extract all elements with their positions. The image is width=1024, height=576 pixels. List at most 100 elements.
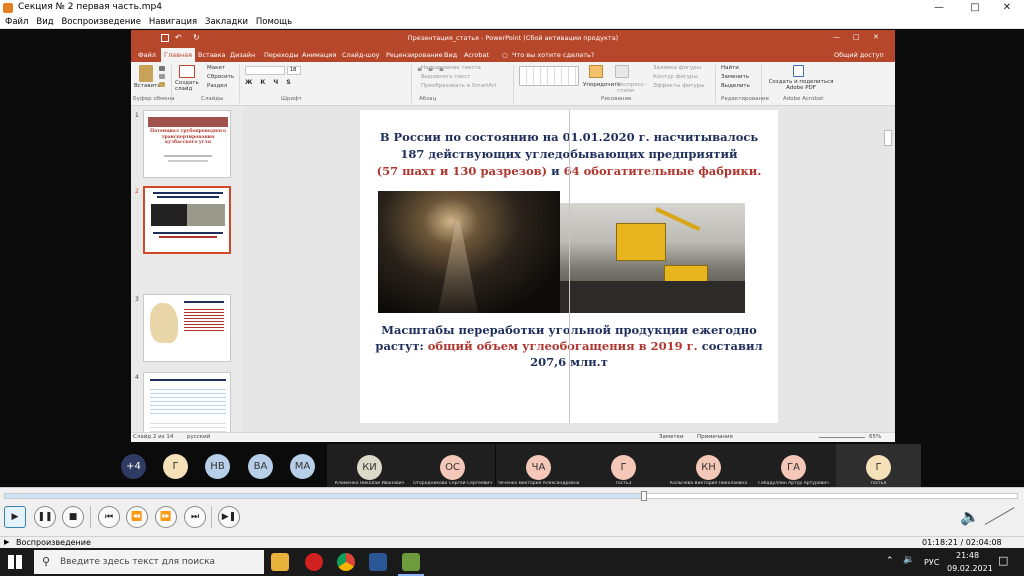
section-button[interactable]: Раздел	[207, 83, 227, 89]
text-direction-button[interactable]: Направление текста	[421, 65, 481, 71]
start-windows-icon[interactable]	[8, 555, 22, 569]
reset-button[interactable]: Сбросить	[207, 74, 234, 80]
volume-icon[interactable]: 🔈	[960, 507, 980, 526]
layout-button[interactable]: Макет	[207, 65, 225, 71]
maximize-icon[interactable]: □	[958, 0, 992, 16]
new-slide-icon[interactable]	[179, 65, 195, 78]
participant-tile[interactable]: Г гость4	[836, 444, 921, 488]
tab-insert[interactable]: Вставка	[195, 50, 229, 60]
more-participants-badge[interactable]: +4	[121, 454, 146, 479]
align-text-button[interactable]: Выровнять текст	[421, 74, 470, 80]
menu-playback[interactable]: Воспроизведение	[61, 16, 141, 28]
group-clipboard: Буфер обмена	[133, 96, 175, 102]
menu-bookmarks[interactable]: Закладки	[205, 16, 248, 28]
opera-icon[interactable]	[305, 553, 323, 571]
share-button[interactable]: Общий доступ	[831, 50, 887, 60]
tab-acrobat[interactable]: Acrobat	[461, 50, 492, 60]
tab-file[interactable]: Файл	[135, 50, 159, 60]
comments-button[interactable]: Примечания	[697, 434, 733, 440]
font-size-box[interactable]: 18	[287, 66, 301, 75]
notes-button[interactable]: Заметки	[659, 434, 684, 440]
minimize-icon[interactable]: —	[922, 0, 956, 16]
tab-slideshow[interactable]: Слайд-шоу	[339, 50, 383, 60]
shape-fill-button[interactable]: Заливка фигуры	[653, 65, 701, 71]
tab-home[interactable]: Главная	[161, 48, 196, 62]
smartart-button[interactable]: Преобразовать в SmartArt	[421, 83, 497, 89]
speaker-icon[interactable]: 🔉	[903, 555, 914, 565]
previous-button[interactable]: ⏮	[98, 506, 120, 528]
arrange-icon[interactable]	[589, 65, 603, 78]
zoom-slider[interactable]	[819, 437, 865, 438]
tab-review[interactable]: Рецензирование	[383, 50, 446, 60]
cut-icon[interactable]	[159, 66, 165, 71]
pause-button[interactable]: ❚❚	[34, 506, 56, 528]
chrome-icon[interactable]	[337, 553, 355, 571]
participant-tile[interactable]: КН Колычева Виктория Николаевна	[666, 444, 751, 488]
copy-icon[interactable]	[159, 74, 165, 79]
participant-avatar[interactable]: МА	[290, 454, 315, 479]
create-pdf-button[interactable]: Создать и поделиться Adobe PDF	[767, 79, 835, 91]
new-slide-button[interactable]: Создать слайд	[175, 80, 203, 92]
participant-tile[interactable]: ОС Огородникова Сергей Сергеевич	[410, 444, 495, 488]
rewind-button[interactable]: ⏪	[126, 506, 148, 528]
word-icon[interactable]	[369, 553, 387, 571]
close-icon[interactable]: ✕	[990, 0, 1024, 16]
vertical-scrollbar[interactable]	[884, 130, 892, 146]
ppt-maximize-icon[interactable]: □	[853, 33, 860, 41]
paste-button[interactable]: Вставить	[134, 83, 161, 89]
shape-outline-button[interactable]: Контур фигуры	[653, 74, 698, 80]
menu-file[interactable]: Файл	[5, 16, 28, 28]
menu-help[interactable]: Помощь	[256, 16, 292, 28]
slide-thumbnail-2[interactable]	[143, 186, 231, 254]
language-indicator[interactable]: русский	[187, 434, 210, 440]
select-button[interactable]: Выделить	[721, 83, 750, 89]
stop-button[interactable]: ■	[62, 506, 84, 528]
format-painter-icon[interactable]	[159, 82, 165, 87]
slide-thumbnail-4[interactable]	[143, 372, 231, 440]
participant-avatar[interactable]: НВ	[205, 454, 230, 479]
next-button[interactable]: ⏭	[184, 506, 206, 528]
frame-step-button[interactable]: ▶❚	[218, 506, 240, 528]
shapes-gallery[interactable]	[519, 66, 579, 86]
tab-view[interactable]: Вид	[441, 50, 460, 60]
participant-avatar[interactable]: ВА	[248, 454, 273, 479]
slide-thumbnail-1[interactable]: Потенциал трубопроводного транспортирова…	[143, 110, 231, 178]
seek-handle[interactable]	[640, 491, 647, 501]
tab-animation[interactable]: Анимация	[299, 50, 339, 60]
clock-time[interactable]: 21:48	[956, 551, 979, 560]
notifications-icon[interactable]: □	[998, 554, 1008, 567]
participant-avatar[interactable]: Г	[163, 454, 188, 479]
keyboard-language[interactable]: РУС	[924, 558, 939, 567]
shape-effects-button[interactable]: Эффекты фигуры	[653, 83, 705, 89]
tab-transitions[interactable]: Переходы	[261, 50, 301, 60]
find-button[interactable]: Найти	[721, 65, 739, 71]
participant-tile[interactable]: Г гость3	[581, 444, 666, 488]
ppt-minimize-icon[interactable]: —	[833, 33, 840, 41]
play-button[interactable]: ▶	[4, 506, 26, 528]
replace-button[interactable]: Заменить	[721, 74, 749, 80]
menu-view[interactable]: Вид	[36, 16, 53, 28]
arrange-button[interactable]: Упорядочить	[583, 82, 621, 88]
ppt-close-icon[interactable]: ✕	[873, 33, 879, 41]
font-format-buttons[interactable]: Ж К Ч S	[245, 79, 294, 86]
slide-thumbnail-3[interactable]	[143, 294, 231, 362]
taskbar-search-box[interactable]: ⚲ Введите здесь текст для поиска	[34, 550, 264, 574]
slide-red-text: 64 обогатительные фабрики.	[563, 164, 762, 178]
quick-styles-icon[interactable]	[615, 65, 629, 78]
file-explorer-icon[interactable]	[271, 553, 289, 571]
tray-chevron-icon[interactable]: ⌃	[886, 556, 894, 566]
app-icon[interactable]	[402, 553, 420, 571]
quick-styles-button[interactable]: Экспресс-стили	[617, 82, 646, 94]
adobe-pdf-icon[interactable]	[793, 65, 804, 77]
participant-tile[interactable]: ГА Гибадуллин Артур Артурович	[751, 444, 836, 488]
participant-tile[interactable]: ЧА Чеченко Виктория Александровна	[496, 444, 581, 488]
tell-me-box[interactable]: Что вы хотите сделать?	[509, 50, 597, 60]
zoom-level[interactable]: 65%	[869, 434, 881, 440]
font-name-box[interactable]	[245, 66, 285, 75]
menu-navigation[interactable]: Навигация	[149, 16, 197, 28]
participant-tile[interactable]: КИ Клименко Николай Иванович	[327, 444, 412, 488]
fast-forward-button[interactable]: ⏩	[155, 506, 177, 528]
tab-design[interactable]: Дизайн	[227, 50, 258, 60]
clock-date[interactable]: 09.02.2021	[947, 564, 993, 573]
clipboard-icon[interactable]	[139, 65, 153, 82]
